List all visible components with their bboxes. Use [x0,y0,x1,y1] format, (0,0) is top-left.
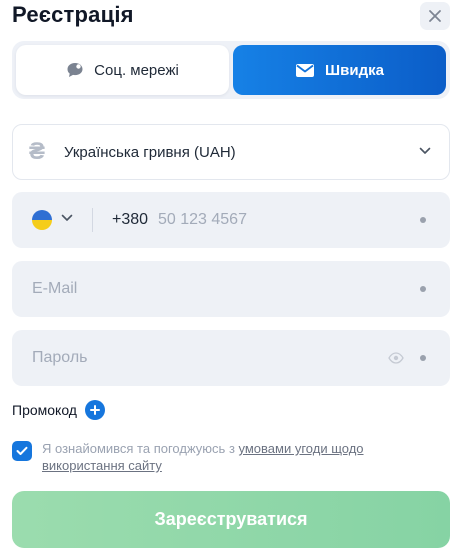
phone-country-code: +380 [112,211,149,228]
plus-icon[interactable] [84,400,105,420]
email-field [12,261,450,317]
required-dot [420,286,426,292]
tab-quick[interactable]: Швидка [233,45,446,95]
promo-code-toggle[interactable]: Промокод [12,400,105,420]
tab-social-label: Соц. мережі [94,61,179,79]
mail-icon [296,63,315,77]
terms-checkbox[interactable] [12,441,32,461]
promo-code-label: Промокод [12,402,77,418]
close-icon [429,10,441,22]
phone-field: +380 [12,192,450,248]
checkmark-icon [16,446,28,455]
required-dot [420,217,426,223]
phone-input[interactable] [158,209,408,231]
chat-bubble-icon [67,63,83,77]
divider [92,208,93,232]
email-input[interactable] [32,278,412,300]
chevron-down-icon [419,147,431,154]
ukraine-flag-icon[interactable] [32,210,52,230]
required-dot [420,355,426,361]
terms-text-prefix: Я ознайомився та погоджуюсь з [42,441,239,456]
password-field [12,330,450,386]
registration-tabs: Соц. мережі Швидка [12,41,450,99]
currency-select[interactable]: ₴ Українська гривня (UAH) [12,124,450,180]
currency-value: Українська гривня (UAH) [64,144,236,161]
close-button[interactable] [420,2,450,30]
page-title: Реєстрація [12,2,134,27]
tab-social-networks[interactable]: Соц. мережі [16,45,229,95]
tab-quick-label: Швидка [325,61,384,79]
hryvnia-icon: ₴ [29,138,46,165]
eye-icon[interactable] [388,351,404,365]
chevron-down-icon[interactable] [61,214,73,222]
register-button[interactable]: Зареєструватися [12,491,450,548]
terms-text: Я ознайомився та погоджуюсь з умовами уг… [42,440,442,474]
password-input[interactable] [32,347,372,369]
